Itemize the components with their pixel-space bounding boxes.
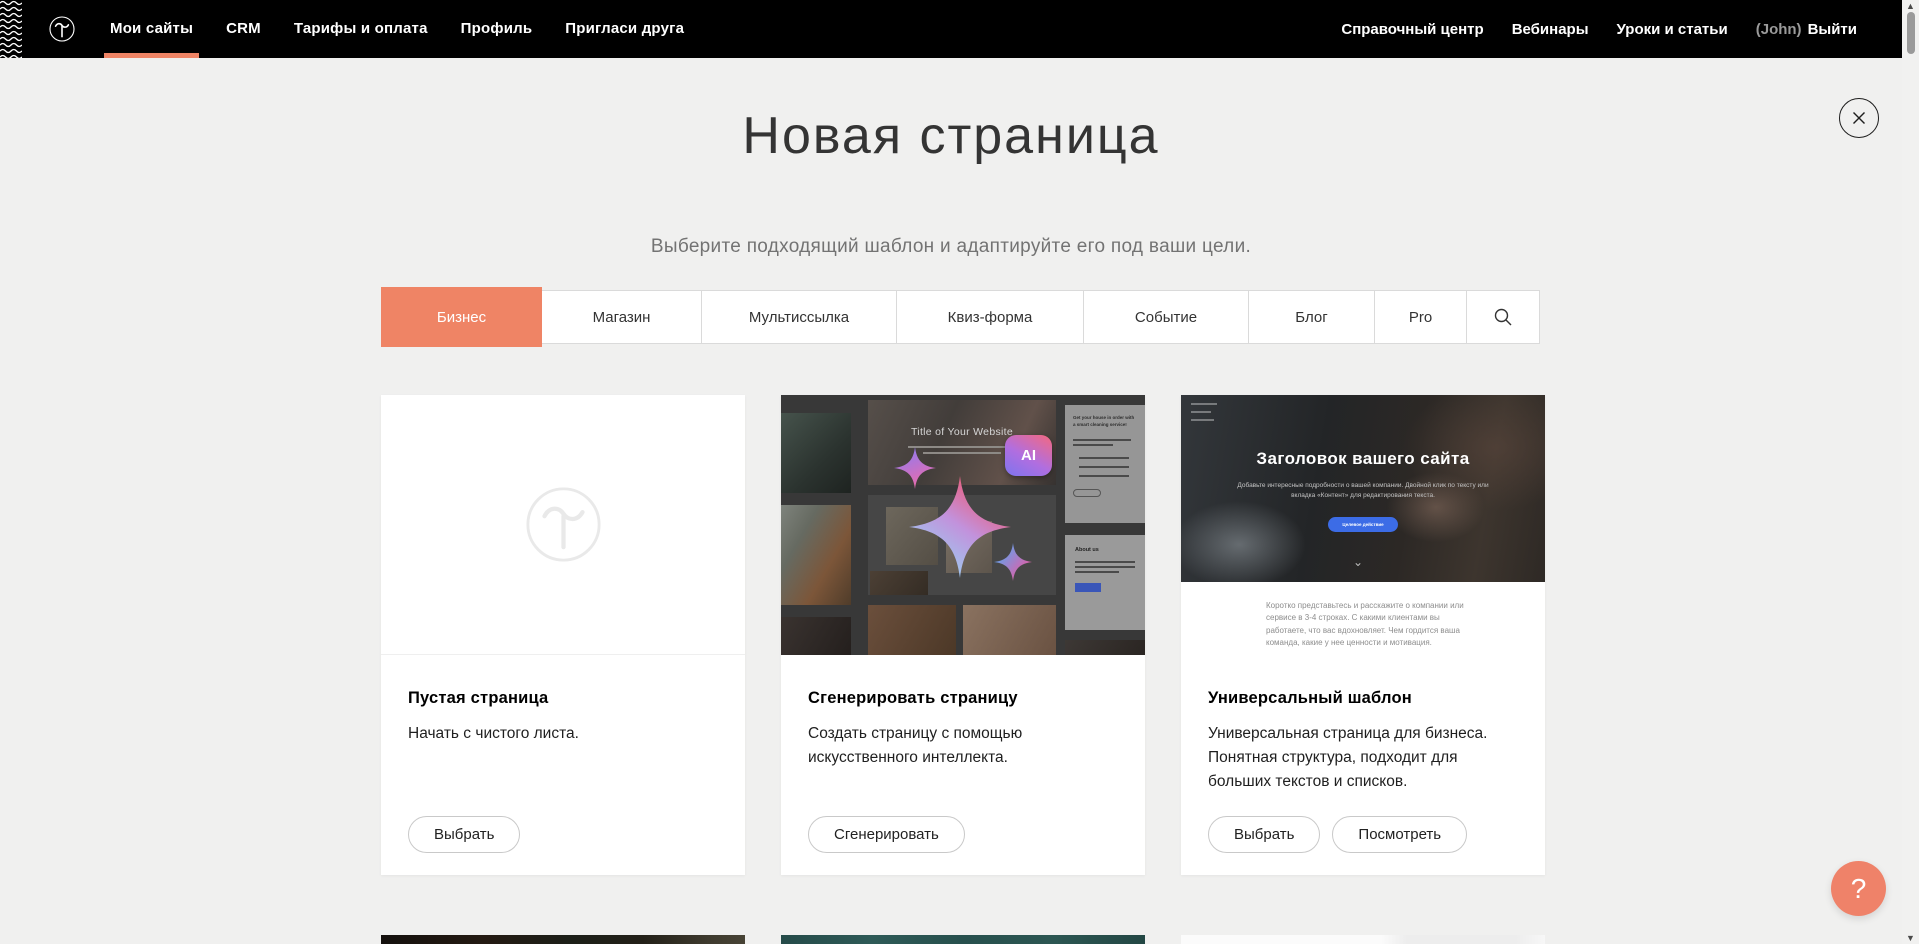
ai-preview: Title of Your Website Get your house in … [781,395,1145,655]
tab-event[interactable]: Событие [1083,290,1249,344]
tab-shop[interactable]: Магазин [541,290,702,344]
card-body: Универсальный шаблон Универсальная стран… [1181,655,1545,875]
thumb-livingroom [781,505,851,605]
scrollbar-thumb[interactable] [1907,12,1915,54]
universal-paragraph: Коротко представьтесь и расскажите о ком… [1266,600,1466,650]
blank-preview [381,395,745,655]
thumb-office [781,413,851,493]
tab-pro[interactable]: Pro [1374,290,1467,344]
nav-my-sites[interactable]: Мои сайты [110,0,193,58]
choose-button[interactable]: Выбрать [1208,816,1320,853]
peek-card-2 [781,935,1145,944]
tab-blog[interactable]: Блог [1248,290,1375,344]
card-description: Начать с чистого листа. [408,722,716,746]
tilda-watermark-icon [516,477,611,572]
next-row-peek [381,935,1545,944]
nav-profile[interactable]: Профиль [461,0,533,58]
view-button[interactable]: Посмотреть [1332,816,1467,853]
nav-tariffs[interactable]: Тарифы и оплата [294,0,428,58]
peek-card-3 [1181,935,1545,944]
topbar-right-menu: Справочный центр Вебинары Уроки и статьи… [1341,0,1857,58]
card-body: Пустая страница Начать с чистого листа. … [381,655,745,875]
thumb-cleaning-text: Get your house in order with a smart cle… [1073,415,1137,429]
nav-webinars[interactable]: Вебинары [1512,21,1589,38]
nav-lessons[interactable]: Уроки и статьи [1617,21,1728,38]
thumb-about-page: About us [1065,535,1145,630]
topbar-left-menu: Мои сайты CRM Тарифы и оплата Профиль Пр… [110,0,684,58]
sparkle-small-bottom-icon [994,543,1032,581]
peek-card-1 [381,935,745,944]
scrollbar[interactable]: ▲ ▼ [1902,0,1919,944]
universal-hero-subtext: Добавьте интересные подробности о вашей … [1233,481,1493,502]
category-tabs: Бизнес Магазин Мультиссылка Квиз-форма С… [381,287,1546,347]
universal-cta-button: Целевое действие [1328,517,1398,532]
card-title: Сгенерировать страницу [808,689,1118,708]
template-card-ai: Title of Your Website Get your house in … [781,395,1145,875]
thumb-photo-1 [868,605,956,655]
thumb-photo-3 [1065,640,1145,655]
universal-preview: Заголовок вашего сайта Добавьте интересн… [1181,395,1545,655]
chevron-down-icon: ⌄ [1353,555,1363,569]
tab-quiz[interactable]: Квиз-форма [896,290,1084,344]
thumb-people-dark [781,617,851,655]
thumb-about-title: About us [1075,547,1099,553]
thumb-photo-2 [963,605,1056,655]
tab-multilink[interactable]: Мультиссылка [701,290,897,344]
screen: Мои сайты CRM Тарифы и оплата Профиль Пр… [0,0,1919,944]
card-description: Универсальная страница для бизнеса. Поня… [1208,722,1516,794]
scrollbar-up-arrow[interactable]: ▲ [1902,0,1919,12]
universal-body-section: Коротко представьтесь и расскажите о ком… [1181,582,1545,655]
universal-hero-heading: Заголовок вашего сайта [1181,449,1545,469]
nav-help-center[interactable]: Справочный центр [1341,21,1483,38]
search-icon [1493,307,1513,327]
search-tab[interactable] [1466,290,1540,344]
scrollbar-down-arrow[interactable]: ▼ [1902,932,1919,944]
universal-hero: Заголовок вашего сайта Добавьте интересн… [1181,395,1545,582]
thumb-cleaning-page: Get your house in order with a smart cle… [1065,405,1145,523]
topbar: Мои сайты CRM Тарифы и оплата Профиль Пр… [0,0,1902,58]
generate-button[interactable]: Сгенерировать [808,816,965,853]
help-button[interactable]: ? [1831,861,1886,916]
choose-button[interactable]: Выбрать [408,816,520,853]
tab-business[interactable]: Бизнес [381,287,542,347]
user-name: (John) [1756,21,1802,38]
page-title: Новая страница [0,106,1902,166]
template-grid: Пустая страница Начать с чистого листа. … [381,395,1545,875]
template-card-universal: Заголовок вашего сайта Добавьте интересн… [1181,395,1545,875]
tilda-logo-icon[interactable] [46,13,78,45]
card-title: Универсальный шаблон [1208,689,1518,708]
template-card-blank: Пустая страница Начать с чистого листа. … [381,395,745,875]
card-description: Создать страницу с помощью искусственног… [808,722,1048,770]
card-body: Сгенерировать страницу Создать страницу … [781,655,1145,875]
nav-crm[interactable]: CRM [226,0,261,58]
zigzag-pattern [0,0,22,58]
nav-invite-friend[interactable]: Пригласи друга [565,0,684,58]
card-title: Пустая страница [408,689,718,708]
ai-badge: AI [1005,435,1052,476]
logout-link[interactable]: Выйти [1808,21,1857,38]
page-subtitle: Выберите подходящий шаблон и адаптируйте… [0,236,1902,258]
